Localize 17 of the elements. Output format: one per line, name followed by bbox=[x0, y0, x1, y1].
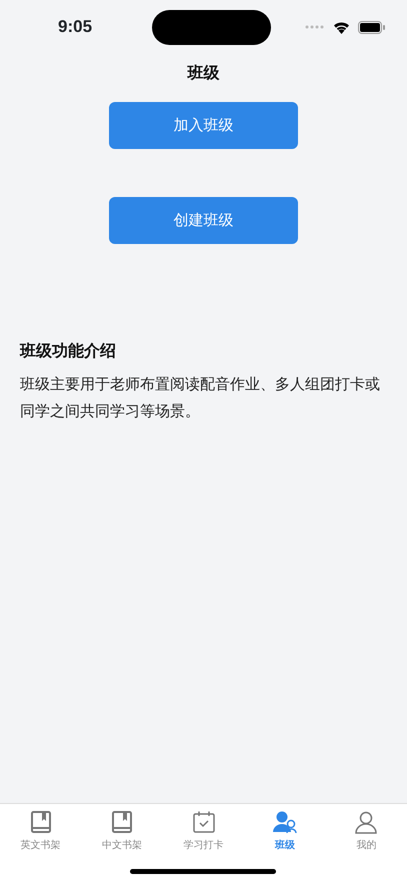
wifi-icon bbox=[333, 20, 350, 34]
people-icon bbox=[272, 810, 298, 834]
page-title: 班级 bbox=[188, 62, 220, 84]
battery-icon bbox=[358, 20, 385, 34]
section-body: 班级主要用于老师布置阅读配音作业、多人组团打卡或同学之间共同学习等场景。 bbox=[20, 374, 381, 422]
action-button[interactable]: 创建班级 bbox=[109, 197, 298, 244]
section-title: 班级功能介绍 bbox=[20, 340, 117, 362]
calendar-icon bbox=[190, 810, 217, 834]
tab-item[interactable]: 中文书架 bbox=[81, 804, 163, 853]
status-time: 9:05 bbox=[58, 16, 92, 38]
tab-item[interactable]: 我的 bbox=[326, 804, 407, 853]
tab-item[interactable]: 学习打卡 bbox=[162, 804, 244, 853]
action-button[interactable]: 加入班级 bbox=[109, 102, 298, 149]
tab-item[interactable]: 英文书架 bbox=[0, 804, 82, 853]
person-icon bbox=[353, 810, 380, 834]
tab-item[interactable]: 班级 bbox=[244, 804, 326, 853]
signal-icon bbox=[305, 25, 325, 29]
